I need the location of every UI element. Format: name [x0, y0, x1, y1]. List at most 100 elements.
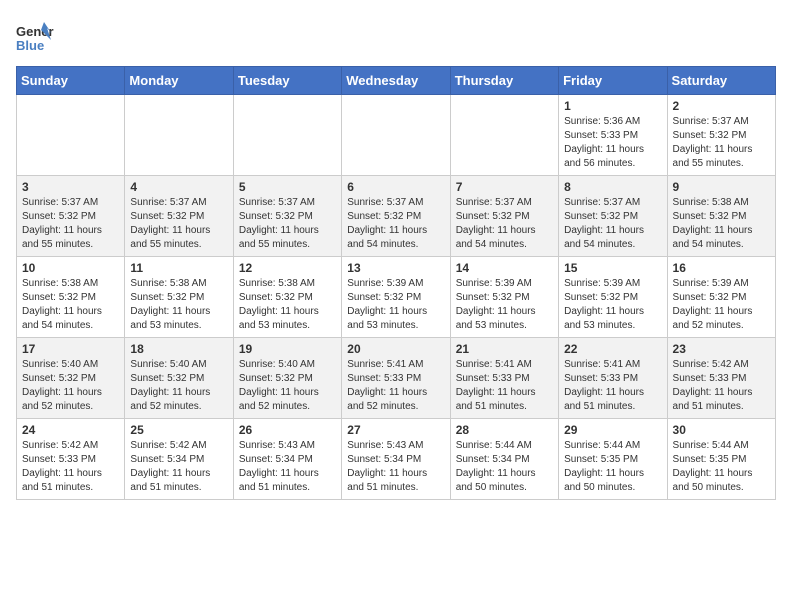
day-number: 13 [347, 261, 444, 275]
day-info: Sunrise: 5:36 AM Sunset: 5:33 PM Dayligh… [564, 115, 661, 171]
day-info: Sunrise: 5:38 AM Sunset: 5:32 PM Dayligh… [22, 277, 119, 333]
calendar-cell: 16Sunrise: 5:39 AM Sunset: 5:32 PM Dayli… [667, 257, 775, 338]
calendar-cell: 15Sunrise: 5:39 AM Sunset: 5:32 PM Dayli… [559, 257, 667, 338]
weekday-header-wednesday: Wednesday [342, 67, 450, 95]
day-info: Sunrise: 5:43 AM Sunset: 5:34 PM Dayligh… [239, 439, 336, 495]
weekday-header-monday: Monday [125, 67, 233, 95]
calendar-cell: 18Sunrise: 5:40 AM Sunset: 5:32 PM Dayli… [125, 338, 233, 419]
calendar-cell: 3 Sunrise: 5:37 AM Sunset: 5:32 PM Daylig… [17, 176, 125, 257]
calendar-week-row: 1 Sunrise: 5:36 AM Sunset: 5:33 PM Daylig… [17, 95, 776, 176]
day-info: Sunrise: 5:41 AM Sunset: 5:33 PM Dayligh… [564, 358, 661, 414]
calendar-cell: 23 Sunrise: 5:42 AM Sunset: 5:33 PM Dayli… [667, 338, 775, 419]
calendar-cell: 1 Sunrise: 5:36 AM Sunset: 5:33 PM Daylig… [559, 95, 667, 176]
day-info: Sunrise: 5:38 AM Sunset: 5:32 PM Dayligh… [673, 196, 770, 252]
day-number: 24 [22, 423, 119, 437]
calendar-cell: 9 Sunrise: 5:38 AM Sunset: 5:32 PM Daylig… [667, 176, 775, 257]
calendar-cell [125, 95, 233, 176]
calendar-cell [450, 95, 558, 176]
day-number: 9 [673, 180, 770, 194]
day-number: 26 [239, 423, 336, 437]
day-number: 12 [239, 261, 336, 275]
day-number: 17 [22, 342, 119, 356]
svg-text:Blue: Blue [16, 38, 44, 53]
day-info: Sunrise: 5:37 AM Sunset: 5:32 PM Dayligh… [130, 196, 227, 252]
calendar-week-row: 3 Sunrise: 5:37 AM Sunset: 5:32 PM Daylig… [17, 176, 776, 257]
day-info: Sunrise: 5:39 AM Sunset: 5:32 PM Dayligh… [456, 277, 553, 333]
page-header: General Blue [16, 16, 776, 58]
day-number: 20 [347, 342, 444, 356]
day-info: Sunrise: 5:39 AM Sunset: 5:32 PM Dayligh… [347, 277, 444, 333]
weekday-header-row: SundayMondayTuesdayWednesdayThursdayFrid… [17, 67, 776, 95]
day-number: 2 [673, 99, 770, 113]
calendar-cell: 24 Sunrise: 5:42 AM Sunset: 5:33 PM Dayli… [17, 419, 125, 500]
calendar-cell: 8 Sunrise: 5:37 AM Sunset: 5:32 PM Daylig… [559, 176, 667, 257]
day-info: Sunrise: 5:44 AM Sunset: 5:34 PM Dayligh… [456, 439, 553, 495]
day-info: Sunrise: 5:38 AM Sunset: 5:32 PM Dayligh… [130, 277, 227, 333]
calendar-cell: 13 Sunrise: 5:39 AM Sunset: 5:32 PM Dayli… [342, 257, 450, 338]
logo-bird-icon: General Blue [16, 20, 54, 58]
day-info: Sunrise: 5:37 AM Sunset: 5:32 PM Dayligh… [456, 196, 553, 252]
day-info: Sunrise: 5:39 AM Sunset: 5:32 PM Dayligh… [564, 277, 661, 333]
weekday-header-friday: Friday [559, 67, 667, 95]
weekday-header-sunday: Sunday [17, 67, 125, 95]
calendar-cell: 29Sunrise: 5:44 AM Sunset: 5:35 PM Dayli… [559, 419, 667, 500]
day-number: 27 [347, 423, 444, 437]
calendar-cell [342, 95, 450, 176]
calendar-cell: 10 Sunrise: 5:38 AM Sunset: 5:32 PM Dayli… [17, 257, 125, 338]
calendar-cell: 4 Sunrise: 5:37 AM Sunset: 5:32 PM Daylig… [125, 176, 233, 257]
day-number: 5 [239, 180, 336, 194]
day-info: Sunrise: 5:42 AM Sunset: 5:34 PM Dayligh… [130, 439, 227, 495]
day-info: Sunrise: 5:40 AM Sunset: 5:32 PM Dayligh… [239, 358, 336, 414]
calendar-cell: 26 Sunrise: 5:43 AM Sunset: 5:34 PM Dayli… [233, 419, 341, 500]
calendar-cell: 20 Sunrise: 5:41 AM Sunset: 5:33 PM Dayli… [342, 338, 450, 419]
day-info: Sunrise: 5:42 AM Sunset: 5:33 PM Dayligh… [22, 439, 119, 495]
calendar-cell: 25 Sunrise: 5:42 AM Sunset: 5:34 PM Dayli… [125, 419, 233, 500]
calendar-week-row: 10 Sunrise: 5:38 AM Sunset: 5:32 PM Dayli… [17, 257, 776, 338]
calendar-cell [233, 95, 341, 176]
day-number: 14 [456, 261, 553, 275]
weekday-header-tuesday: Tuesday [233, 67, 341, 95]
day-number: 28 [456, 423, 553, 437]
weekday-header-saturday: Saturday [667, 67, 775, 95]
day-number: 7 [456, 180, 553, 194]
day-info: Sunrise: 5:39 AM Sunset: 5:32 PM Dayligh… [673, 277, 770, 333]
calendar-cell [17, 95, 125, 176]
day-number: 6 [347, 180, 444, 194]
day-info: Sunrise: 5:37 AM Sunset: 5:32 PM Dayligh… [239, 196, 336, 252]
day-info: Sunrise: 5:41 AM Sunset: 5:33 PM Dayligh… [347, 358, 444, 414]
day-number: 1 [564, 99, 661, 113]
day-number: 3 [22, 180, 119, 194]
day-number: 10 [22, 261, 119, 275]
day-number: 23 [673, 342, 770, 356]
calendar-cell: 27 Sunrise: 5:43 AM Sunset: 5:34 PM Dayli… [342, 419, 450, 500]
calendar-week-row: 17 Sunrise: 5:40 AM Sunset: 5:32 PM Dayli… [17, 338, 776, 419]
calendar-cell: 17 Sunrise: 5:40 AM Sunset: 5:32 PM Dayli… [17, 338, 125, 419]
day-number: 30 [673, 423, 770, 437]
calendar-cell: 22 Sunrise: 5:41 AM Sunset: 5:33 PM Dayli… [559, 338, 667, 419]
day-info: Sunrise: 5:42 AM Sunset: 5:33 PM Dayligh… [673, 358, 770, 414]
day-number: 29 [564, 423, 661, 437]
day-info: Sunrise: 5:37 AM Sunset: 5:32 PM Dayligh… [564, 196, 661, 252]
day-info: Sunrise: 5:37 AM Sunset: 5:32 PM Dayligh… [22, 196, 119, 252]
day-info: Sunrise: 5:43 AM Sunset: 5:34 PM Dayligh… [347, 439, 444, 495]
calendar-cell: 21 Sunrise: 5:41 AM Sunset: 5:33 PM Dayli… [450, 338, 558, 419]
day-number: 22 [564, 342, 661, 356]
day-info: Sunrise: 5:38 AM Sunset: 5:32 PM Dayligh… [239, 277, 336, 333]
day-number: 4 [130, 180, 227, 194]
day-number: 8 [564, 180, 661, 194]
calendar-week-row: 24 Sunrise: 5:42 AM Sunset: 5:33 PM Dayli… [17, 419, 776, 500]
calendar-cell: 12 Sunrise: 5:38 AM Sunset: 5:32 PM Dayli… [233, 257, 341, 338]
logo: General Blue [16, 20, 54, 58]
calendar-cell: 14 Sunrise: 5:39 AM Sunset: 5:32 PM Dayli… [450, 257, 558, 338]
day-number: 21 [456, 342, 553, 356]
day-number: 25 [130, 423, 227, 437]
weekday-header-thursday: Thursday [450, 67, 558, 95]
calendar-cell: 11Sunrise: 5:38 AM Sunset: 5:32 PM Dayli… [125, 257, 233, 338]
day-info: Sunrise: 5:41 AM Sunset: 5:33 PM Dayligh… [456, 358, 553, 414]
calendar-table: SundayMondayTuesdayWednesdayThursdayFrid… [16, 66, 776, 500]
calendar-cell: 2Sunrise: 5:37 AM Sunset: 5:32 PM Daylig… [667, 95, 775, 176]
calendar-cell: 19 Sunrise: 5:40 AM Sunset: 5:32 PM Dayli… [233, 338, 341, 419]
day-number: 19 [239, 342, 336, 356]
day-info: Sunrise: 5:40 AM Sunset: 5:32 PM Dayligh… [22, 358, 119, 414]
day-info: Sunrise: 5:40 AM Sunset: 5:32 PM Dayligh… [130, 358, 227, 414]
